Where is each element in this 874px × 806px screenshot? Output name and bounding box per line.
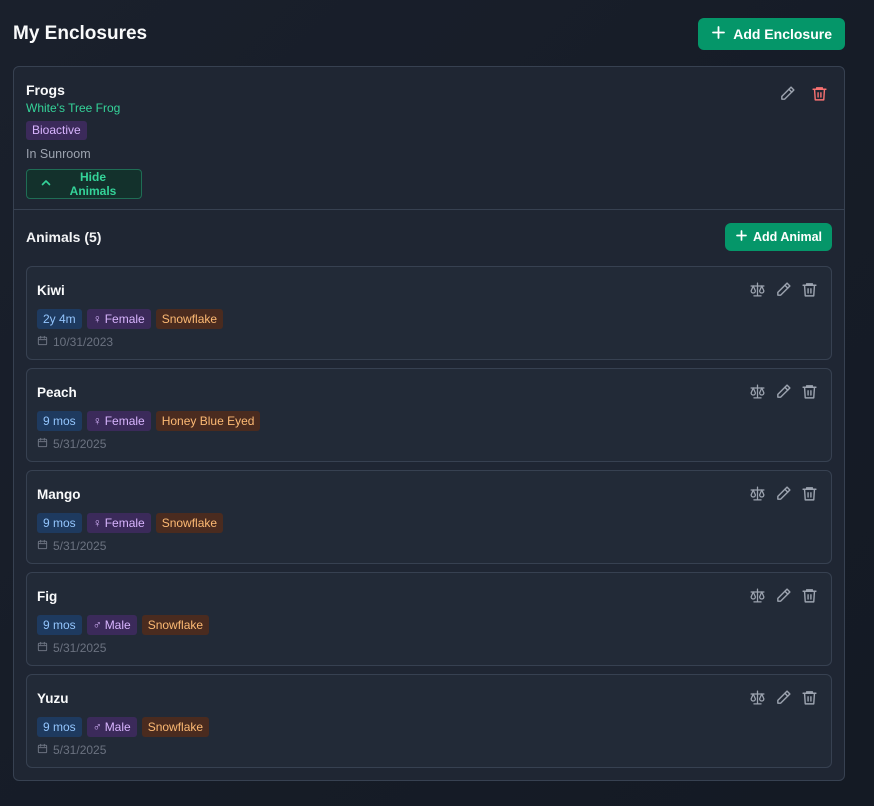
animal-actions [748,280,818,298]
weight-scale-icon[interactable] [748,280,766,298]
sex-badge: ♂ Male [86,717,137,737]
delete-animal-icon[interactable] [800,382,818,400]
plus-icon [736,230,747,244]
edit-enclosure-icon[interactable] [778,84,796,102]
enclosure-species: White's Tree Frog [26,101,121,115]
sex-label: Female [104,414,145,428]
animal-tags: 9 mos ♂ Male Snowflake [37,717,821,737]
enclosure-name: Frogs [26,82,65,98]
edit-animal-icon[interactable] [774,688,792,706]
age-badge: 9 mos [37,411,82,431]
enclosure-card: Frogs White's Tree Frog Bioactive In Sun… [13,66,845,781]
morph-badge: Honey Blue Eyed [155,411,261,431]
add-enclosure-label: Add Enclosure [733,26,832,42]
delete-animal-icon[interactable] [800,280,818,298]
animal-actions [748,484,818,502]
animal-card: Peach 9 mos ♀ Female Honey Blue Eyed 5/3… [26,368,832,462]
date-text: 5/31/2025 [53,641,107,655]
date-text: 5/31/2025 [53,539,107,553]
date-text: 5/31/2025 [53,743,107,757]
delete-animal-icon[interactable] [800,586,818,604]
animal-name: Yuzu [37,691,69,706]
hide-animals-label: Hide Animals [69,170,117,198]
animal-actions [748,586,818,604]
page-title: My Enclosures [13,23,148,44]
add-animal-button[interactable]: Add Animal [725,223,832,251]
weight-scale-icon[interactable] [748,382,766,400]
sex-symbol-icon: ♂ [92,618,102,632]
animal-card: Mango 9 mos ♀ Female Snowflake 5/31/2025 [26,470,832,564]
acquired-date: 5/31/2025 [37,641,821,655]
animals-section-header: Animals (5) Add Animal [26,223,832,251]
animal-card: Kiwi 2y 4m ♀ Female Snowflake 10/31/2023 [26,266,832,360]
sex-symbol-icon: ♀ [92,516,102,530]
animal-card: Fig 9 mos ♂ Male Snowflake 5/31/2025 [26,572,832,666]
animal-tags: 2y 4m ♀ Female Snowflake [37,309,821,329]
animal-actions [748,688,818,706]
animal-name: Mango [37,487,81,502]
morph-badge: Snowflake [155,513,224,533]
sex-symbol-icon: ♀ [92,414,102,428]
delete-animal-icon[interactable] [800,688,818,706]
date-text: 10/31/2023 [53,335,114,349]
sex-badge: ♀ Female [86,411,151,431]
delete-enclosure-icon[interactable] [810,84,828,102]
calendar-icon [37,743,48,757]
weight-scale-icon[interactable] [748,484,766,502]
age-badge: 9 mos [37,513,82,533]
weight-scale-icon[interactable] [748,688,766,706]
acquired-date: 5/31/2025 [37,539,821,553]
animal-actions [748,382,818,400]
animal-list: Kiwi 2y 4m ♀ Female Snowflake 10/31/2023 [26,266,832,776]
edit-animal-icon[interactable] [774,382,792,400]
calendar-icon [37,641,48,655]
add-animal-label: Add Animal [753,230,822,244]
age-badge: 2y 4m [37,309,82,329]
sex-label: Male [104,720,131,734]
calendar-icon [37,539,48,553]
morph-badge: Snowflake [155,309,224,329]
sex-label: Female [104,516,145,530]
animal-tags: 9 mos ♀ Female Snowflake [37,513,821,533]
acquired-date: 10/31/2023 [37,335,821,349]
weight-scale-icon[interactable] [748,586,766,604]
sex-symbol-icon: ♂ [92,720,102,734]
page-header: My Enclosures Add Enclosure [13,18,845,50]
date-text: 5/31/2025 [53,437,107,451]
animal-name: Fig [37,589,58,604]
acquired-date: 5/31/2025 [37,437,821,451]
enclosure-type-badge: Bioactive [26,121,87,140]
sex-symbol-icon: ♀ [92,312,102,326]
hide-animals-button[interactable]: Hide Animals [26,169,142,199]
animal-tags: 9 mos ♂ Male Snowflake [37,615,821,635]
animals-count-title: Animals (5) [26,229,102,245]
enclosure-header: Frogs White's Tree Frog Bioactive In Sun… [14,67,844,210]
animal-card: Yuzu 9 mos ♂ Male Snowflake 5/31/2025 [26,674,832,768]
morph-badge: Snowflake [141,717,210,737]
sex-badge: ♀ Female [86,513,151,533]
calendar-icon [37,437,48,451]
age-badge: 9 mos [37,615,82,635]
animal-name: Peach [37,385,77,400]
sex-badge: ♂ Male [86,615,137,635]
edit-animal-icon[interactable] [774,280,792,298]
sex-label: Male [104,618,131,632]
delete-animal-icon[interactable] [800,484,818,502]
plus-icon [712,26,726,42]
age-badge: 9 mos [37,717,82,737]
calendar-icon [37,335,48,349]
enclosure-location: In Sunroom [26,147,91,161]
edit-animal-icon[interactable] [774,484,792,502]
acquired-date: 5/31/2025 [37,743,821,757]
sex-label: Female [104,312,145,326]
morph-badge: Snowflake [141,615,210,635]
edit-animal-icon[interactable] [774,586,792,604]
add-enclosure-button[interactable]: Add Enclosure [698,18,845,50]
enclosure-actions [778,84,828,102]
animal-name: Kiwi [37,283,65,298]
sex-badge: ♀ Female [86,309,151,329]
chevron-up-icon [41,177,51,191]
animal-tags: 9 mos ♀ Female Honey Blue Eyed [37,411,821,431]
